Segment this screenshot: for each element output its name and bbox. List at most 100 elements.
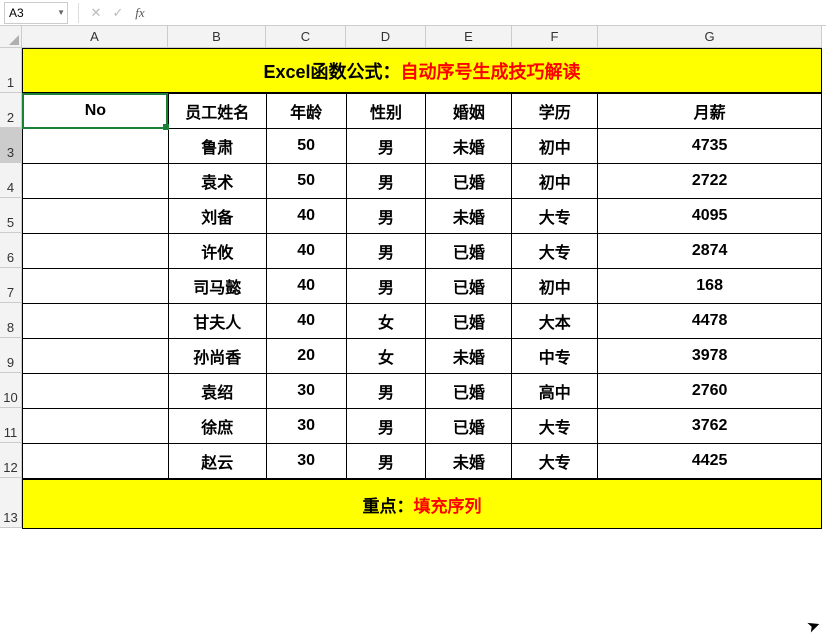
row-header-2[interactable]: 2 — [0, 93, 22, 128]
cell-age[interactable]: 30 — [266, 374, 346, 409]
cell-gender[interactable]: 女 — [346, 304, 426, 339]
cell-age[interactable]: 30 — [266, 409, 346, 444]
cell-name[interactable]: 甘夫人 — [168, 304, 266, 339]
cell-gender[interactable]: 男 — [346, 409, 426, 444]
cell-no[interactable] — [23, 374, 169, 409]
cell-gender[interactable]: 女 — [346, 339, 426, 374]
cell-marriage[interactable]: 未婚 — [426, 339, 512, 374]
cell-gender[interactable]: 男 — [346, 269, 426, 304]
cell-salary[interactable]: 3978 — [598, 339, 822, 374]
cell-marriage[interactable]: 已婚 — [426, 234, 512, 269]
cell-edu[interactable]: 大专 — [512, 444, 598, 479]
cell-edu[interactable]: 大专 — [512, 234, 598, 269]
row-header-11[interactable]: 11 — [0, 408, 22, 443]
row-header-7[interactable]: 7 — [0, 268, 22, 303]
cell-no[interactable] — [23, 234, 169, 269]
cell-name[interactable]: 袁术 — [168, 164, 266, 199]
chevron-down-icon[interactable]: ▼ — [57, 8, 65, 17]
fx-icon[interactable]: fx — [129, 2, 151, 24]
cell-no[interactable] — [23, 164, 169, 199]
cell-salary[interactable]: 4095 — [598, 199, 822, 234]
hdr-age[interactable]: 年龄 — [266, 94, 346, 129]
hdr-edu[interactable]: 学历 — [512, 94, 598, 129]
cell-salary[interactable]: 2874 — [598, 234, 822, 269]
cell-gender[interactable]: 男 — [346, 374, 426, 409]
col-header-B[interactable]: B — [168, 26, 266, 48]
cell-edu[interactable]: 大本 — [512, 304, 598, 339]
hdr-gender[interactable]: 性别 — [346, 94, 426, 129]
select-all-corner[interactable] — [0, 26, 22, 48]
hdr-no[interactable]: No — [23, 94, 169, 129]
cell-age[interactable]: 40 — [266, 269, 346, 304]
cell-edu[interactable]: 大专 — [512, 409, 598, 444]
cell-marriage[interactable]: 已婚 — [426, 269, 512, 304]
formula-input[interactable] — [151, 2, 826, 24]
cell-edu[interactable]: 大专 — [512, 199, 598, 234]
cell-no[interactable] — [23, 444, 169, 479]
footer-row[interactable]: 重点： 填充序列 — [22, 479, 822, 529]
cell-marriage[interactable]: 未婚 — [426, 129, 512, 164]
cell-gender[interactable]: 男 — [346, 164, 426, 199]
cell-name[interactable]: 孙尚香 — [168, 339, 266, 374]
col-header-A[interactable]: A — [22, 26, 168, 48]
cell-marriage[interactable]: 已婚 — [426, 304, 512, 339]
row-header-8[interactable]: 8 — [0, 303, 22, 338]
hdr-marriage[interactable]: 婚姻 — [426, 94, 512, 129]
cell-no[interactable] — [23, 129, 169, 164]
row-header-4[interactable]: 4 — [0, 163, 22, 198]
col-header-F[interactable]: F — [512, 26, 598, 48]
cancel-icon[interactable]: ✕ — [85, 2, 107, 24]
hdr-salary[interactable]: 月薪 — [598, 94, 822, 129]
cell-salary[interactable]: 3762 — [598, 409, 822, 444]
cell-gender[interactable]: 男 — [346, 444, 426, 479]
cell-salary[interactable]: 2760 — [598, 374, 822, 409]
cell-salary[interactable]: 2722 — [598, 164, 822, 199]
cell-no[interactable] — [23, 409, 169, 444]
cell-gender[interactable]: 男 — [346, 129, 426, 164]
cell-no[interactable] — [23, 269, 169, 304]
col-header-E[interactable]: E — [426, 26, 512, 48]
row-header-12[interactable]: 12 — [0, 443, 22, 478]
row-header-5[interactable]: 5 — [0, 198, 22, 233]
col-header-D[interactable]: D — [346, 26, 426, 48]
title-row[interactable]: Excel函数公式： 自动序号生成技巧解读 — [22, 48, 822, 93]
hdr-name[interactable]: 员工姓名 — [168, 94, 266, 129]
cell-edu[interactable]: 初中 — [512, 129, 598, 164]
cell-name[interactable]: 鲁肃 — [168, 129, 266, 164]
col-header-C[interactable]: C — [266, 26, 346, 48]
cell-no[interactable] — [23, 304, 169, 339]
cell-salary[interactable]: 4735 — [598, 129, 822, 164]
name-box[interactable]: A3 ▼ — [4, 2, 68, 24]
row-header-13[interactable]: 13 — [0, 478, 22, 528]
cell-age[interactable]: 40 — [266, 199, 346, 234]
cell-no[interactable] — [23, 199, 169, 234]
cell-age[interactable]: 20 — [266, 339, 346, 374]
row-header-6[interactable]: 6 — [0, 233, 22, 268]
cell-name[interactable]: 袁绍 — [168, 374, 266, 409]
cell-no[interactable] — [23, 339, 169, 374]
cell-marriage[interactable]: 未婚 — [426, 444, 512, 479]
cell-salary[interactable]: 4425 — [598, 444, 822, 479]
cell-name[interactable]: 刘备 — [168, 199, 266, 234]
confirm-icon[interactable]: ✓ — [107, 2, 129, 24]
cell-age[interactable]: 50 — [266, 164, 346, 199]
cell-age[interactable]: 40 — [266, 234, 346, 269]
cell-marriage[interactable]: 已婚 — [426, 409, 512, 444]
cell-edu[interactable]: 初中 — [512, 269, 598, 304]
row-header-3[interactable]: 3 — [0, 128, 22, 163]
cell-salary[interactable]: 4478 — [598, 304, 822, 339]
cell-edu[interactable]: 高中 — [512, 374, 598, 409]
col-header-G[interactable]: G — [598, 26, 822, 48]
cell-name[interactable]: 赵云 — [168, 444, 266, 479]
cell-name[interactable]: 许攸 — [168, 234, 266, 269]
row-header-10[interactable]: 10 — [0, 373, 22, 408]
cell-edu[interactable]: 初中 — [512, 164, 598, 199]
cell-gender[interactable]: 男 — [346, 234, 426, 269]
row-header-9[interactable]: 9 — [0, 338, 22, 373]
cell-gender[interactable]: 男 — [346, 199, 426, 234]
cell-age[interactable]: 30 — [266, 444, 346, 479]
cell-edu[interactable]: 中专 — [512, 339, 598, 374]
row-header-1[interactable]: 1 — [0, 48, 22, 93]
cell-marriage[interactable]: 已婚 — [426, 374, 512, 409]
cell-age[interactable]: 50 — [266, 129, 346, 164]
